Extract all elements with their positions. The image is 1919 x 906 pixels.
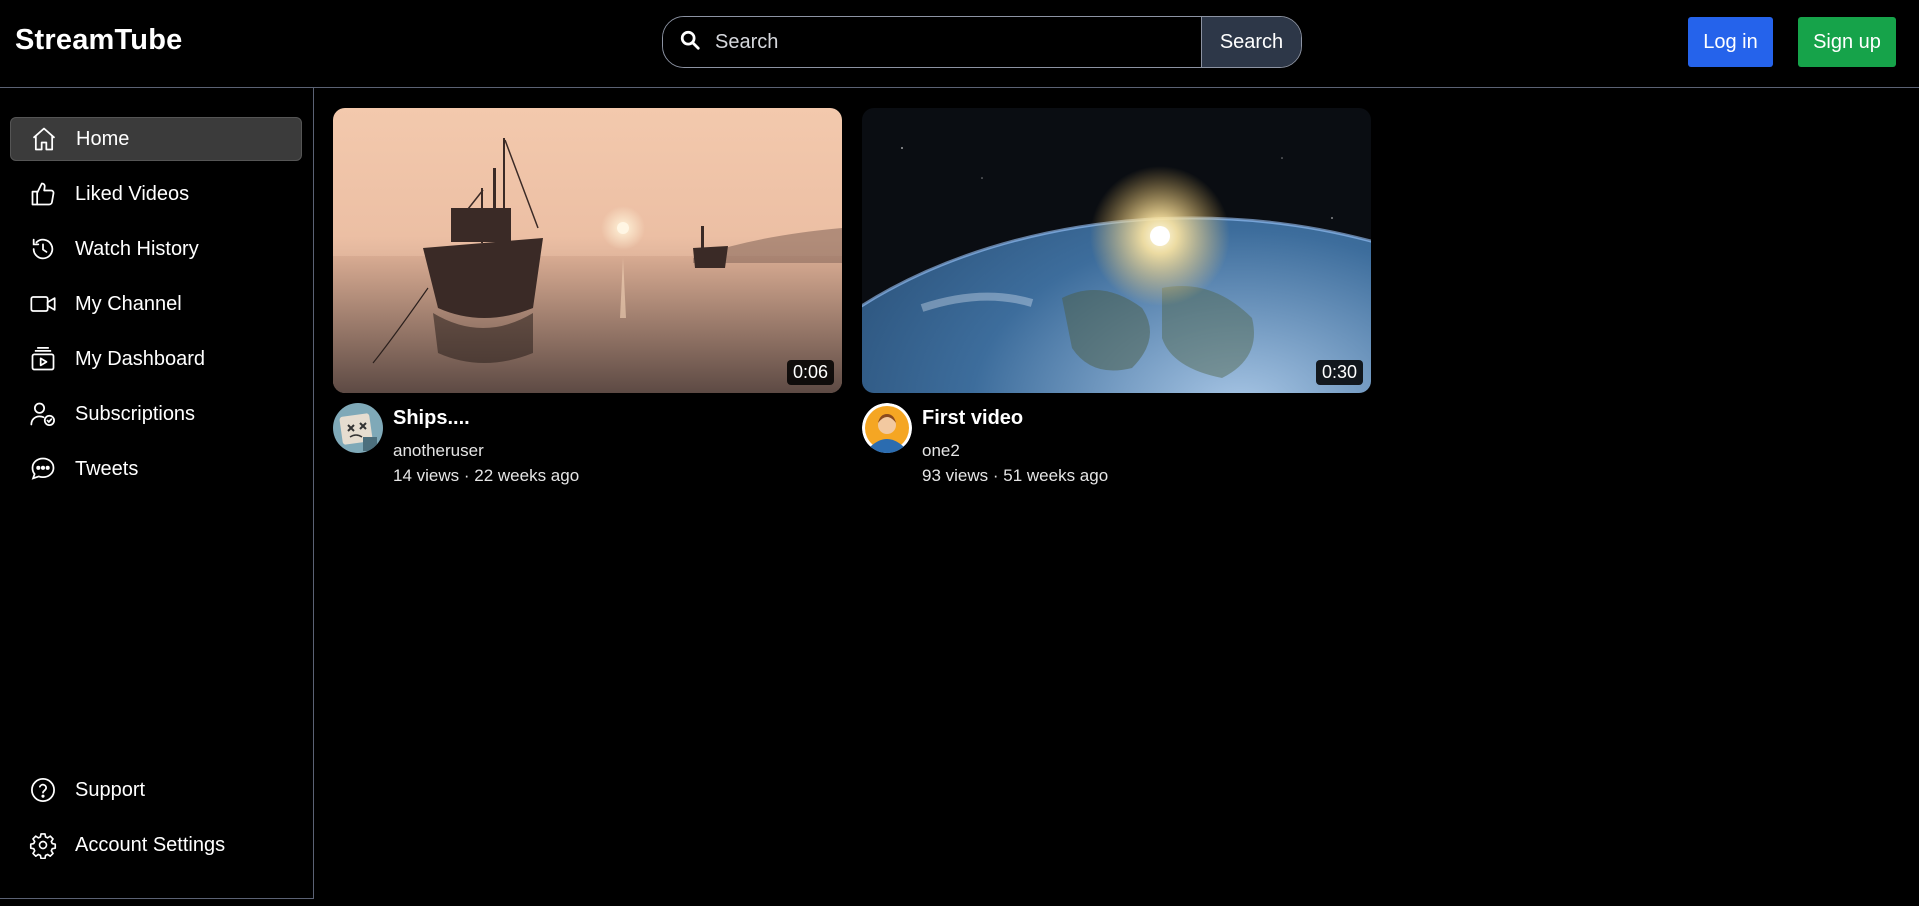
video-duration: 0:30 [1315,360,1363,385]
sidebar-item-label: My Channel [75,292,182,315]
login-button[interactable]: Log in [1688,17,1773,67]
sidebar-item-my-dashboard[interactable]: My Dashboard [10,337,302,381]
sidebar-item-label: Support [75,778,146,801]
sidebar-item-label: My Dashboard [75,347,206,370]
video-title[interactable]: First video [922,407,1023,430]
history-icon [28,234,58,264]
sidebar-item-subscriptions[interactable]: Subscriptions [10,392,302,436]
signup-button[interactable]: Sign up [1798,17,1896,67]
avatar[interactable] [862,403,912,453]
sidebar-item-label: Tweets [75,457,139,480]
sidebar-item-support[interactable]: Support [10,768,302,812]
video-title[interactable]: Ships.... [393,407,470,430]
channel-name[interactable]: one2 [922,441,960,461]
sidebar-item-tweets[interactable]: Tweets [10,447,302,491]
video-duration: 0:06 [786,360,834,385]
video-card[interactable]: 0:30 First video one2 93 views · 51 week… [862,108,1371,485]
sidebar-item-my-channel[interactable]: My Channel [10,282,302,326]
sidebar-item-watch-history[interactable]: Watch History [10,227,302,271]
sidebar-item-label: Liked Videos [75,182,190,205]
video-camera-icon [28,289,58,319]
app-logo[interactable]: StreamTube [15,24,182,57]
video-thumbnail[interactable]: 0:30 [862,108,1371,393]
subscriptions-icon [28,399,58,429]
ship-thumbnail-image [333,108,842,393]
avatar[interactable] [333,403,383,453]
sidebar-item-label: Account Settings [75,833,226,856]
sidebar-item-home[interactable]: Home [10,117,302,161]
sidebar-item-label: Watch History [75,237,199,260]
video-thumbnail[interactable]: 0:06 [333,108,842,393]
chat-icon [28,454,58,484]
help-icon [28,775,58,805]
gear-icon [28,830,58,860]
channel-name[interactable]: anotheruser [393,441,484,461]
search-bar: Search [662,16,1302,68]
video-meta: 93 views · 51 weeks ago [922,466,1109,485]
video-card[interactable]: 0:06 Ships.... anotheruser 14 views · 22… [333,108,842,485]
sidebar: Home Liked Videos Watch History My Chann… [0,88,314,899]
top-header: StreamTube Search Log in Sign up [0,0,1919,88]
search-icon [679,29,701,56]
video-meta: 14 views · 22 weeks ago [393,466,580,485]
home-icon [29,124,59,154]
sidebar-item-label: Subscriptions [75,402,196,425]
earth-thumbnail-image [862,108,1371,393]
sidebar-item-label: Home [76,127,130,150]
sidebar-item-account-settings[interactable]: Account Settings [10,823,302,867]
dashboard-icon [28,344,58,374]
sidebar-item-liked-videos[interactable]: Liked Videos [10,172,302,216]
search-field-wrap[interactable] [663,17,1201,67]
search-input[interactable] [715,30,1155,54]
thumbs-up-icon [28,179,58,209]
search-button[interactable]: Search [1201,17,1301,67]
